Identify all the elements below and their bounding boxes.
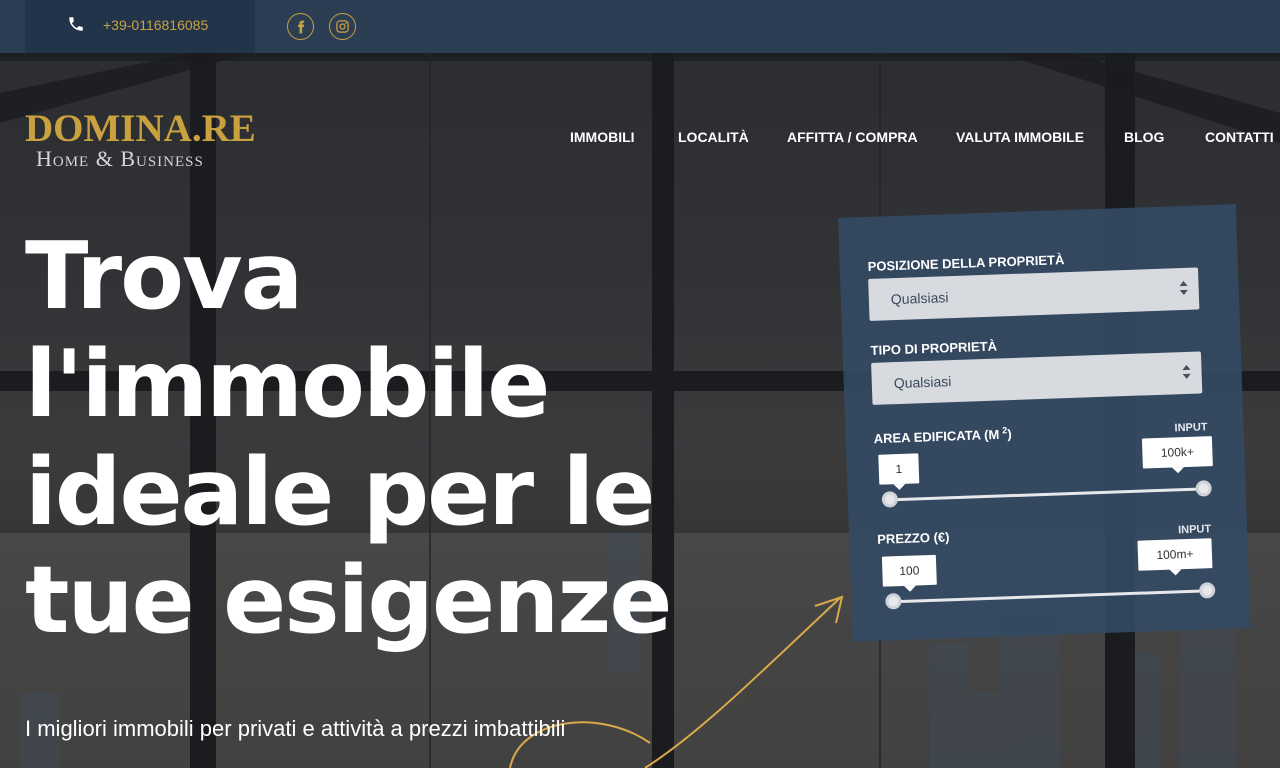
- price-min-tooltip: 100: [881, 554, 937, 587]
- logo-subtitle[interactable]: Home & Business: [36, 148, 204, 170]
- facebook-icon[interactable]: [287, 13, 314, 40]
- phone-box: +39-0116816085: [25, 0, 255, 53]
- select-arrows-icon: [1179, 280, 1188, 295]
- area-label-end: ): [1007, 426, 1012, 442]
- price-min-handle[interactable]: [885, 593, 902, 610]
- price-slider-track[interactable]: [893, 589, 1206, 604]
- area-slider-track[interactable]: [889, 487, 1202, 502]
- type-select[interactable]: Qualsiasi: [871, 351, 1203, 405]
- phone-number[interactable]: +39-0116816085: [103, 17, 208, 33]
- area-input-toggle[interactable]: INPUT: [1174, 421, 1207, 434]
- price-max-handle[interactable]: [1198, 582, 1216, 599]
- area-max-tooltip: 100k+: [1141, 436, 1213, 469]
- position-select-value: Qualsiasi: [890, 289, 949, 308]
- area-label-text: AREA EDIFICATA (M: [873, 426, 1000, 447]
- instagram-icon[interactable]: [329, 13, 356, 40]
- property-search-panel: POSIZIONE DELLA PROPRIETÀ Qualsiasi TIPO…: [838, 204, 1251, 642]
- type-select-value: Qualsiasi: [893, 373, 952, 392]
- price-input-toggle[interactable]: INPUT: [1178, 523, 1211, 536]
- headline-line: Trova: [25, 222, 303, 330]
- price-max-tooltip: 100m+: [1137, 538, 1213, 571]
- position-select[interactable]: Qualsiasi: [868, 267, 1200, 321]
- nav-item-blog[interactable]: BLOG: [1124, 129, 1164, 145]
- phone-icon: [69, 17, 83, 31]
- select-arrows-icon: [1182, 364, 1191, 379]
- area-max-handle[interactable]: [1195, 480, 1212, 497]
- nav-item-affitta-compra[interactable]: AFFITTA / COMPRA: [787, 129, 918, 145]
- nav-item-contatti[interactable]: CONTATTI: [1205, 129, 1274, 145]
- nav-item-localita[interactable]: LOCALITÀ: [678, 129, 749, 145]
- area-min-handle[interactable]: [881, 491, 899, 508]
- nav-item-immobili[interactable]: IMMOBILI: [570, 129, 635, 145]
- type-label: TIPO DI PROPRIETÀ: [870, 338, 998, 358]
- headline-line: ideale per le: [25, 438, 655, 546]
- nav-item-valuta-immobile[interactable]: VALUTA IMMOBILE: [956, 129, 1084, 145]
- price-label: PREZZO (€): [876, 529, 950, 547]
- area-min-tooltip: 1: [878, 453, 920, 485]
- main-nav: IMMOBILI LOCALITÀ AFFITTA / COMPRA VALUT…: [0, 129, 1280, 149]
- headline-line: tue esigenze: [25, 546, 672, 654]
- hero-headline: Trova l'immobile ideale per le tue esige…: [25, 222, 685, 654]
- hero-subtitle: I migliori immobili per privati e attivi…: [25, 716, 566, 741]
- area-label: AREA EDIFICATA (M 2): [873, 425, 1012, 447]
- top-bar: +39-0116816085: [0, 0, 1280, 53]
- headline-line: l'immobile: [25, 330, 550, 438]
- position-label: POSIZIONE DELLA PROPRIETÀ: [867, 252, 1065, 274]
